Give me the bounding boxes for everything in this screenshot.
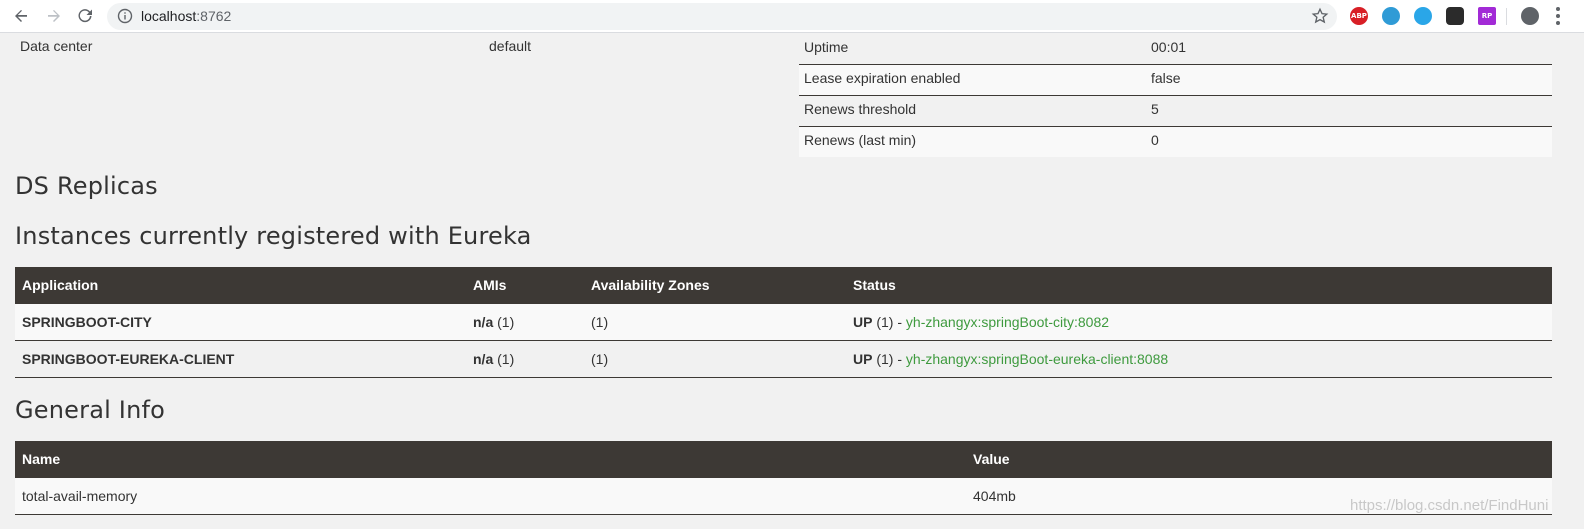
toolbar-divider: [1506, 8, 1507, 25]
datacenter-row: Data center default: [15, 34, 785, 64]
instance-link[interactable]: yh-zhangyx:springBoot-city:8082: [906, 314, 1109, 330]
zones-cell: (1): [591, 351, 609, 367]
col-status: Status: [853, 277, 896, 293]
bird-extension-icon[interactable]: [1414, 7, 1432, 25]
instances-heading: Instances currently registered with Eure…: [15, 222, 532, 250]
status-row-uptime: Uptime 00:01: [799, 34, 1552, 65]
status-cell: UP (1) - yh-zhangyx:springBoot-eureka-cl…: [853, 351, 1168, 367]
browser-toolbar: localhost:8762 ABP RP: [0, 0, 1584, 33]
instances-table: Application AMIs Availability Zones Stat…: [15, 267, 1552, 378]
general-info-table: Name Value total-avail-memory 404mb: [15, 441, 1552, 515]
datacenter-value: default: [489, 38, 532, 54]
instance-link[interactable]: yh-zhangyx:springBoot-eureka-client:8088: [906, 351, 1168, 367]
watermark-text: https://blog.csdn.net/FindHuni: [1350, 497, 1549, 514]
status-value: 0: [1151, 132, 1159, 148]
status-label: Renews threshold: [804, 101, 917, 117]
rp-extension-icon[interactable]: RP: [1478, 7, 1496, 25]
address-bar[interactable]: localhost:8762: [107, 3, 1337, 30]
system-status-table: Uptime 00:01 Lease expiration enabled fa…: [799, 34, 1552, 157]
col-application: Application: [22, 277, 99, 293]
col-value: Value: [973, 451, 1010, 467]
bookmark-star-icon[interactable]: [1311, 7, 1329, 28]
info-value: 404mb: [973, 488, 1016, 504]
status-up: UP: [853, 351, 873, 367]
amis-count: (1): [497, 314, 515, 330]
adblock-extension-icon[interactable]: ABP: [1350, 7, 1368, 25]
glasses-extension-icon[interactable]: [1446, 7, 1464, 25]
ds-replicas-heading: DS Replicas: [15, 172, 158, 200]
status-label: Renews (last min): [804, 132, 917, 148]
status-row-renews: Renews (last min) 0: [799, 127, 1552, 157]
general-info-heading: General Info: [15, 396, 166, 424]
application-name: SPRINGBOOT-EUREKA-CLIENT: [22, 351, 235, 367]
table-row: SPRINGBOOT-CITY n/a (1) (1) UP (1) - yh-…: [15, 304, 1552, 341]
adblock-label: ABP: [1351, 12, 1367, 20]
rp-label: RP: [1481, 12, 1493, 20]
amis-cell: n/a (1): [473, 314, 514, 330]
col-amis: AMIs: [473, 277, 507, 293]
info-icon[interactable]: [117, 8, 133, 27]
url-port: :8762: [196, 8, 232, 24]
status-value: 5: [1151, 101, 1159, 117]
reload-icon: [78, 9, 92, 23]
table-row: total-avail-memory 404mb: [15, 478, 1552, 515]
status-value: false: [1151, 70, 1181, 86]
table-row: SPRINGBOOT-EUREKA-CLIENT n/a (1) (1) UP …: [15, 341, 1552, 378]
amis-value: n/a: [473, 351, 494, 367]
profile-avatar-icon[interactable]: [1521, 7, 1539, 25]
status-count: (1) -: [876, 314, 906, 330]
amis-value: n/a: [473, 314, 494, 330]
status-value: 00:01: [1151, 39, 1187, 55]
instances-table-header: Application AMIs Availability Zones Stat…: [15, 267, 1552, 304]
status-cell: UP (1) - yh-zhangyx:springBoot-city:8082: [853, 314, 1109, 330]
globe-extension-icon[interactable]: [1382, 7, 1400, 25]
url-host: localhost: [141, 8, 197, 24]
status-label: Uptime: [804, 39, 849, 55]
status-row-lease: Lease expiration enabled false: [799, 65, 1552, 96]
url-text: localhost:8762: [141, 8, 231, 24]
back-button[interactable]: [9, 4, 33, 28]
reload-button[interactable]: [73, 4, 97, 28]
general-info-header: Name Value: [15, 441, 1552, 478]
info-name: total-avail-memory: [22, 488, 138, 504]
col-zones: Availability Zones: [591, 277, 710, 293]
status-row-threshold: Renews threshold 5: [799, 96, 1552, 127]
col-name: Name: [22, 451, 61, 467]
application-name: SPRINGBOOT-CITY: [22, 314, 152, 330]
amis-cell: n/a (1): [473, 351, 514, 367]
datacenter-label: Data center: [20, 38, 93, 54]
amis-count: (1): [497, 351, 515, 367]
status-label: Lease expiration enabled: [804, 70, 961, 86]
status-up: UP: [853, 314, 873, 330]
browser-menu-icon[interactable]: [1556, 7, 1560, 25]
status-count: (1) -: [876, 351, 906, 367]
forward-button[interactable]: [42, 4, 66, 28]
zones-cell: (1): [591, 314, 609, 330]
back-arrow-icon: [15, 10, 27, 22]
forward-arrow-icon: [48, 10, 60, 22]
